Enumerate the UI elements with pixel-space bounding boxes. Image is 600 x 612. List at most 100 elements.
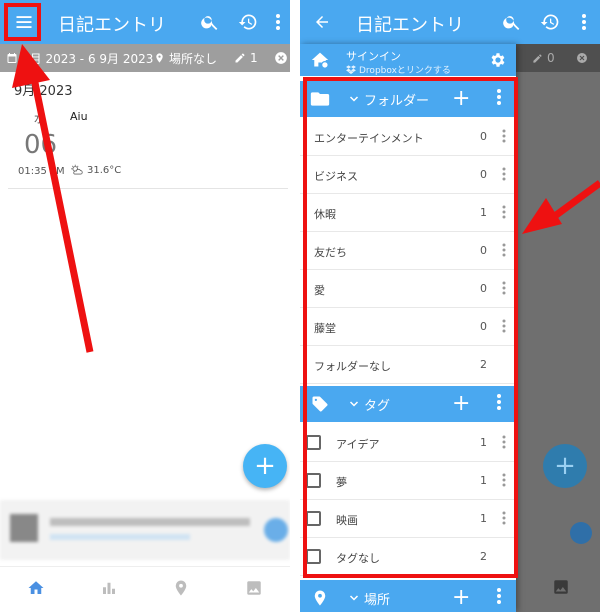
signin-title: サインイン [346,50,401,63]
search-icon [503,16,520,30]
page-title: 日記エントリ [58,15,166,36]
overflow-menu-button[interactable] [270,10,286,34]
folders-more-button[interactable] [496,88,502,110]
navigation-drawer-screen: 日記エントリ 0 + サインイン Dropboxとリンクする フォルダー + エ… [300,0,600,612]
more-vert-icon[interactable] [502,243,506,257]
tag-item-no-tag[interactable]: タグなし 2 [300,538,516,576]
location-icon [176,580,187,595]
tags-section-header[interactable]: タグ + [300,386,516,422]
chevron-down-icon [349,401,359,407]
folder-item[interactable]: 友だち 0 [300,232,516,270]
entry-day: 06 [24,130,58,160]
plus-icon: + [554,451,576,481]
weather-partly-sunny-icon [71,164,83,175]
overflow-menu-button[interactable] [576,10,592,34]
nav-stats[interactable] [100,579,118,601]
clear-filter-button[interactable] [274,51,288,65]
ad-action-button-dimmed [570,522,592,544]
tag-item[interactable]: アイデア 1 [300,424,516,462]
tag-checkbox[interactable] [306,549,321,564]
folder-icon [310,92,330,106]
nav-gallery[interactable] [245,579,263,601]
location-text: 場所なし [169,51,218,66]
places-section-header[interactable]: 場所 + [300,580,516,612]
search-icon [201,16,218,30]
tag-checkbox[interactable] [306,473,321,488]
more-vert-icon[interactable] [502,205,506,219]
folder-item[interactable]: 休暇 1 [300,194,516,232]
places-more-button[interactable] [496,587,502,609]
add-tag-button[interactable]: + [452,393,470,415]
pencil-icon [235,53,245,63]
app-bar: 日記エントリ [300,0,600,44]
diary-list-screen: 日記エントリ 9月 2023 - 6 9月 2023 場所なし 1 9月 202… [0,0,290,612]
search-button[interactable] [500,10,524,34]
more-vert-icon[interactable] [502,435,506,449]
nav-map[interactable] [172,579,190,601]
nav-home[interactable] [27,579,45,601]
folder-item[interactable]: エンターテインメント 0 [300,118,516,156]
more-vert-icon [497,394,501,410]
settings-button[interactable] [488,50,508,70]
filter-bar: 9月 2023 - 6 9月 2023 場所なし 1 [0,44,290,72]
navigation-drawer: サインイン Dropboxとリンクする フォルダー + エンターテインメント 0 [300,44,516,612]
more-vert-icon[interactable] [502,167,506,181]
folders-section-header[interactable]: フォルダー + [300,81,516,117]
divider [8,188,288,189]
tag-checkbox[interactable] [306,435,321,450]
menu-button[interactable] [6,4,42,40]
page-title: 日記エントリ [356,15,464,36]
more-vert-icon [497,588,501,604]
app-bar: 日記エントリ [0,0,290,44]
ad-banner[interactable] [0,500,290,560]
history-button[interactable] [538,10,562,34]
more-vert-icon[interactable] [502,511,506,525]
panel-separator [290,0,300,612]
tag-checkbox[interactable] [306,511,321,526]
close-circle-icon [577,53,587,63]
folder-item[interactable]: ビジネス 0 [300,156,516,194]
tag-item[interactable]: 映画 1 [300,500,516,538]
history-button[interactable] [236,10,260,34]
more-vert-icon [276,14,280,30]
location-filter[interactable]: 場所なし [154,50,217,67]
folders-section-toggle[interactable]: フォルダー [348,90,429,109]
add-folder-button[interactable]: + [452,88,470,110]
more-vert-icon[interactable] [502,281,506,295]
more-vert-icon[interactable] [502,129,506,143]
tag-filter: 0 [532,51,555,65]
image-icon [554,580,568,594]
pencil-icon [533,53,542,63]
calendar-icon [7,53,17,63]
entry-temperature: 31.6°C [87,164,122,176]
tag-count: 1 [250,51,258,65]
add-place-button[interactable]: + [452,587,470,609]
more-vert-icon[interactable] [502,473,506,487]
folder-item-no-folder[interactable]: フォルダーなし 2 [300,346,516,384]
places-section-toggle[interactable]: 場所 [348,589,390,608]
gear-icon [491,53,505,67]
folder-item[interactable]: 藤堂 0 [300,308,516,346]
folder-item[interactable]: 愛 0 [300,270,516,308]
image-icon [247,580,261,595]
tag-item[interactable]: 夢 1 [300,462,516,500]
chevron-down-icon [349,595,359,601]
tag-count: 0 [547,51,555,65]
more-vert-icon [497,89,501,105]
back-button[interactable] [310,10,334,34]
more-vert-icon[interactable] [502,319,506,333]
signin-subtitle: Dropboxとリンクする [346,63,451,76]
nav-gallery-dimmed [552,578,570,600]
date-range-filter[interactable]: 9月 2023 - 6 9月 2023 [6,50,153,67]
ad-action-button[interactable] [264,518,288,542]
search-button[interactable] [198,10,222,34]
dropbox-icon [346,65,356,74]
entry-weather: 31.6°C [70,164,121,176]
tag-filter[interactable]: 1 [234,51,258,65]
tags-more-button[interactable] [496,393,502,415]
ad-image [10,514,38,542]
add-entry-button[interactable]: + [243,444,287,488]
tags-section-toggle[interactable]: タグ [348,395,390,414]
dropbox-signin-row[interactable]: サインイン Dropboxとリンクする [300,44,516,76]
home-sync-icon [311,52,329,69]
